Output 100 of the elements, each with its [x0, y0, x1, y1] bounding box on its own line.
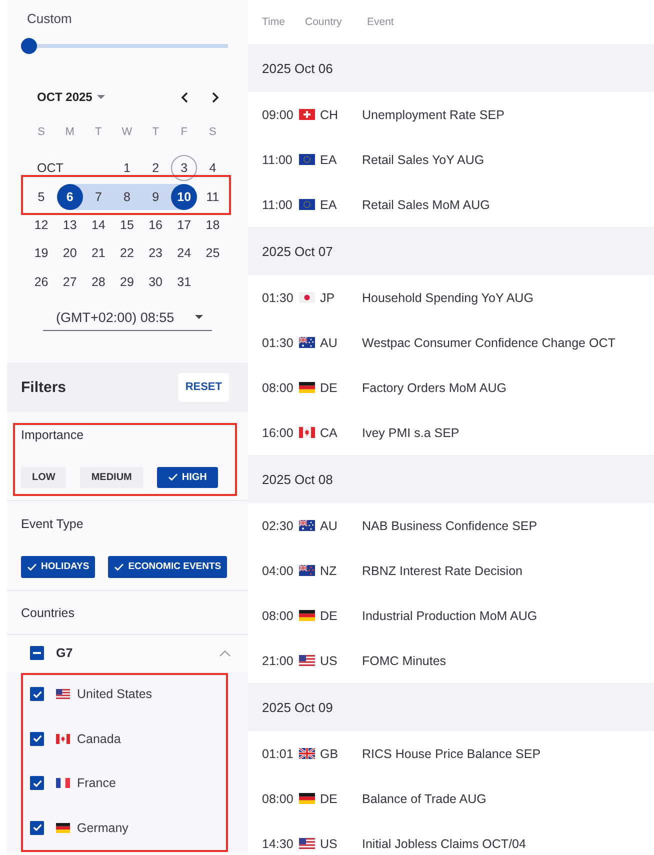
calendar-day[interactable]: 6 — [56, 184, 83, 210]
weekday-label: T — [95, 126, 102, 138]
german-flag-icon — [299, 793, 315, 804]
new-zealand-flag-icon — [299, 565, 315, 576]
country-code: DE — [320, 792, 338, 806]
calendar-day[interactable]: 24 — [171, 240, 198, 266]
country-name[interactable]: United States — [77, 687, 152, 702]
event-name[interactable]: Factory Orders MoM AUG — [362, 380, 506, 394]
importance-toggle-button[interactable]: MEDIUM — [80, 466, 143, 488]
check-icon — [32, 780, 42, 787]
caret-icon — [195, 315, 203, 320]
calendar-day[interactable]: 22 — [114, 240, 140, 266]
event-time: 08:00 — [262, 792, 294, 806]
weekday-label: T — [152, 126, 159, 138]
event-type-toggle-button[interactable]: HOLIDAYS — [21, 556, 96, 578]
reset-button[interactable]: RESET — [178, 372, 229, 402]
calendar-day[interactable]: 4 — [200, 155, 226, 182]
event-time: 11:00 — [262, 198, 292, 212]
country-group-label[interactable]: G7 — [56, 646, 73, 660]
calendar-day[interactable]: 17 — [171, 212, 198, 238]
importance-toggle-button[interactable]: HIGH — [156, 466, 218, 488]
section-label: Event Type — [21, 516, 84, 531]
swiss-flag-icon — [299, 109, 315, 120]
event-name[interactable]: Initial Jobless Claims OCT/04 — [362, 836, 526, 850]
checkbox[interactable] — [30, 820, 44, 835]
calendar-day[interactable]: 30 — [142, 268, 169, 295]
event-time: 21:00 — [262, 654, 294, 668]
country-code: AU — [320, 336, 338, 350]
event-name[interactable]: Unemployment Rate SEP — [362, 108, 504, 122]
event-time: 01:30 — [262, 290, 294, 304]
calendar-day[interactable]: 8 — [114, 184, 140, 210]
importance-toggle-button[interactable]: LOW — [21, 466, 66, 488]
timezone-select[interactable]: (GMT+02:00) 08:55 — [43, 304, 212, 331]
calendar-day[interactable]: 5 — [28, 184, 54, 210]
calendar-day[interactable]: 21 — [85, 240, 112, 266]
weekday-label: S — [38, 126, 45, 138]
calendar-day[interactable]: 12 — [28, 212, 54, 238]
calendar-day[interactable]: 7 — [85, 184, 112, 210]
country-name[interactable]: France — [77, 776, 116, 790]
country-code: US — [320, 654, 338, 668]
calendar-day[interactable]: 13 — [56, 212, 83, 238]
calendar-day[interactable]: 19 — [28, 240, 54, 266]
german-flag-icon — [56, 822, 70, 833]
calendar-day[interactable]: 26 — [28, 268, 54, 295]
calendar-day[interactable]: 15 — [114, 212, 140, 238]
checkbox[interactable] — [30, 732, 44, 746]
calendar-day[interactable]: 14 — [85, 212, 112, 238]
event-name[interactable]: FOMC Minutes — [362, 654, 446, 668]
checkbox[interactable] — [30, 646, 44, 660]
event-name[interactable]: Household Spending YoY AUG — [362, 290, 534, 304]
calendar-day[interactable]: 3 — [171, 155, 198, 182]
calendar-day[interactable]: 10 — [171, 184, 198, 210]
caret-icon — [97, 95, 106, 99]
calendar-day[interactable]: 28 — [85, 268, 112, 295]
event-name[interactable]: RICS House Price Balance SEP — [362, 746, 541, 760]
calendar-day[interactable]: 25 — [200, 240, 226, 266]
chevron-up-icon[interactable] — [219, 650, 231, 657]
chevron-right-icon — [212, 92, 218, 102]
calendar-day[interactable]: 16 — [142, 212, 169, 238]
section-label: Importance — [21, 428, 84, 442]
event-name[interactable]: Retail Sales YoY AUG — [362, 152, 484, 166]
event-name[interactable]: NAB Business Confidence SEP — [362, 518, 538, 532]
event-time: 02:30 — [262, 518, 294, 532]
country-name[interactable]: Germany — [77, 820, 128, 835]
check-icon — [114, 562, 124, 571]
event-name[interactable]: Westpac Consumer Confidence Change OCT — [362, 336, 616, 350]
calendar-day[interactable]: 9 — [142, 184, 169, 210]
event-type-toggle-button[interactable]: ECONOMIC EVENTS — [108, 556, 228, 578]
country-code: EA — [320, 198, 337, 212]
event-time: 01:30 — [262, 336, 294, 350]
event-name[interactable]: Retail Sales MoM AUG — [362, 198, 490, 212]
weekday-label: M — [65, 126, 74, 138]
event-name[interactable]: Ivey PMI s.a SEP — [362, 426, 460, 440]
slider-thumb[interactable] — [21, 38, 37, 54]
event-name[interactable]: RBNZ Interest Rate Decision — [362, 564, 522, 578]
checkbox[interactable] — [30, 776, 44, 790]
checkbox[interactable] — [30, 687, 44, 702]
calendar-day[interactable]: 1 — [114, 155, 140, 182]
country-code: GB — [320, 746, 338, 760]
eu-flag-icon — [299, 199, 315, 210]
country-code: US — [320, 836, 338, 850]
calendar-day[interactable]: 18 — [200, 212, 226, 238]
calendar-day[interactable]: 27 — [56, 268, 83, 295]
date-header: 2025 Oct 09 — [248, 683, 654, 731]
calendar-day[interactable]: 2 — [142, 155, 169, 182]
calendar-day[interactable]: 20 — [56, 240, 83, 266]
event-time: 11:00 — [262, 152, 292, 166]
calendar-day[interactable]: 31 — [171, 268, 198, 295]
check-icon — [32, 824, 42, 832]
event-name[interactable]: Balance of Trade AUG — [362, 792, 486, 806]
calendar-day[interactable]: 29 — [114, 268, 140, 295]
canadian-flag-icon — [56, 734, 70, 744]
calendar-day[interactable]: 23 — [142, 240, 169, 266]
calendar-day[interactable]: 11 — [200, 184, 226, 210]
event-name[interactable]: Industrial Production MoM AUG — [362, 608, 538, 622]
canadian-flag-icon — [299, 427, 315, 438]
country-code: CA — [320, 426, 338, 440]
country-name[interactable]: Canada — [77, 732, 121, 746]
weekday-label: W — [122, 126, 132, 138]
month-picker-button[interactable]: OCT 2025 — [35, 87, 108, 107]
